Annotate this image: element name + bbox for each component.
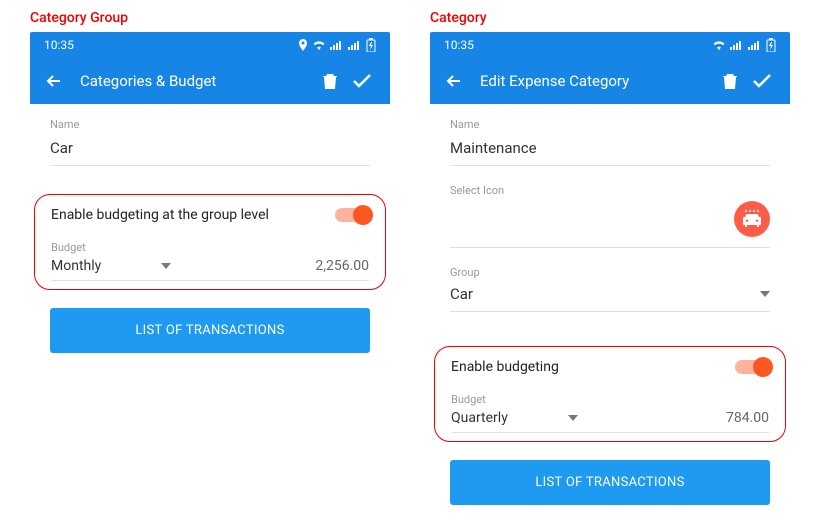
period-dropdown[interactable]: Monthly [51,258,171,274]
budget-label: Budget [51,241,369,254]
chevron-down-icon [161,263,171,269]
location-icon [298,39,308,51]
left-content: Name [30,104,390,194]
app-bar: Categories & Budget [30,58,390,104]
group-value: Car [450,285,473,303]
group-dropdown[interactable]: Car [450,283,770,312]
app-bar: Edit Expense Category [430,58,790,104]
status-time: 10:35 [444,38,474,52]
right-content: Name Select Icon Group Car [430,104,790,340]
screen-title: Categories & Budget [80,72,314,90]
wifi-icon [312,40,326,50]
back-button[interactable] [42,69,66,93]
back-button[interactable] [442,69,466,93]
status-icons [712,38,776,52]
delete-button[interactable] [314,65,346,97]
check-icon [752,73,772,89]
select-icon-label: Select Icon [450,184,770,197]
battery-icon [366,38,376,52]
enable-budget-toggle[interactable] [735,360,769,374]
right-annotation-label: Category [430,10,790,26]
signal2-icon [348,40,362,50]
confirm-button[interactable] [346,65,378,97]
budget-amount[interactable]: 2,256.00 [315,258,369,274]
signal2-icon [748,40,762,50]
battery-icon [766,38,776,52]
enable-budget-label: Enable budgeting [451,359,559,375]
car-wash-icon [741,208,763,230]
enable-budget-label: Enable budgeting at the group level [51,207,269,223]
category-icon-picker[interactable] [734,201,770,237]
status-bar: 10:35 [430,32,790,58]
chevron-down-icon [760,291,770,297]
period-dropdown[interactable]: Quarterly [451,410,578,426]
signal-icon [330,40,344,50]
arrow-left-icon [45,72,63,90]
enable-budget-toggle[interactable] [335,208,369,222]
status-icons [298,38,376,52]
period-value: Monthly [51,258,101,274]
name-input[interactable] [50,135,370,166]
status-time: 10:35 [44,38,74,52]
left-annotation-label: Category Group [30,10,390,26]
left-phone: 10:35 Categories & Budget [30,32,390,353]
budget-label: Budget [451,393,769,406]
name-input[interactable] [450,135,770,166]
budget-amount[interactable]: 784.00 [726,410,769,426]
budget-highlight-box: Enable budgeting at the group level Budg… [34,194,386,290]
arrow-left-icon [445,72,463,90]
budget-highlight-box: Enable budgeting Budget Quarterly 784.00 [434,346,786,442]
chevron-down-icon [568,415,578,421]
name-label: Name [450,118,770,131]
signal-icon [730,40,744,50]
screen-title: Edit Expense Category [480,72,714,90]
wifi-icon [712,40,726,50]
trash-icon [322,72,338,90]
delete-button[interactable] [714,65,746,97]
right-phone: 10:35 Edit Expense Category [430,32,790,505]
status-bar: 10:35 [30,32,390,58]
group-label: Group [450,266,770,279]
check-icon [352,73,372,89]
confirm-button[interactable] [746,65,778,97]
trash-icon [722,72,738,90]
name-label: Name [50,118,370,131]
list-transactions-button[interactable]: LIST OF TRANSACTIONS [450,460,770,505]
list-transactions-button[interactable]: LIST OF TRANSACTIONS [50,308,370,353]
period-value: Quarterly [451,410,508,426]
